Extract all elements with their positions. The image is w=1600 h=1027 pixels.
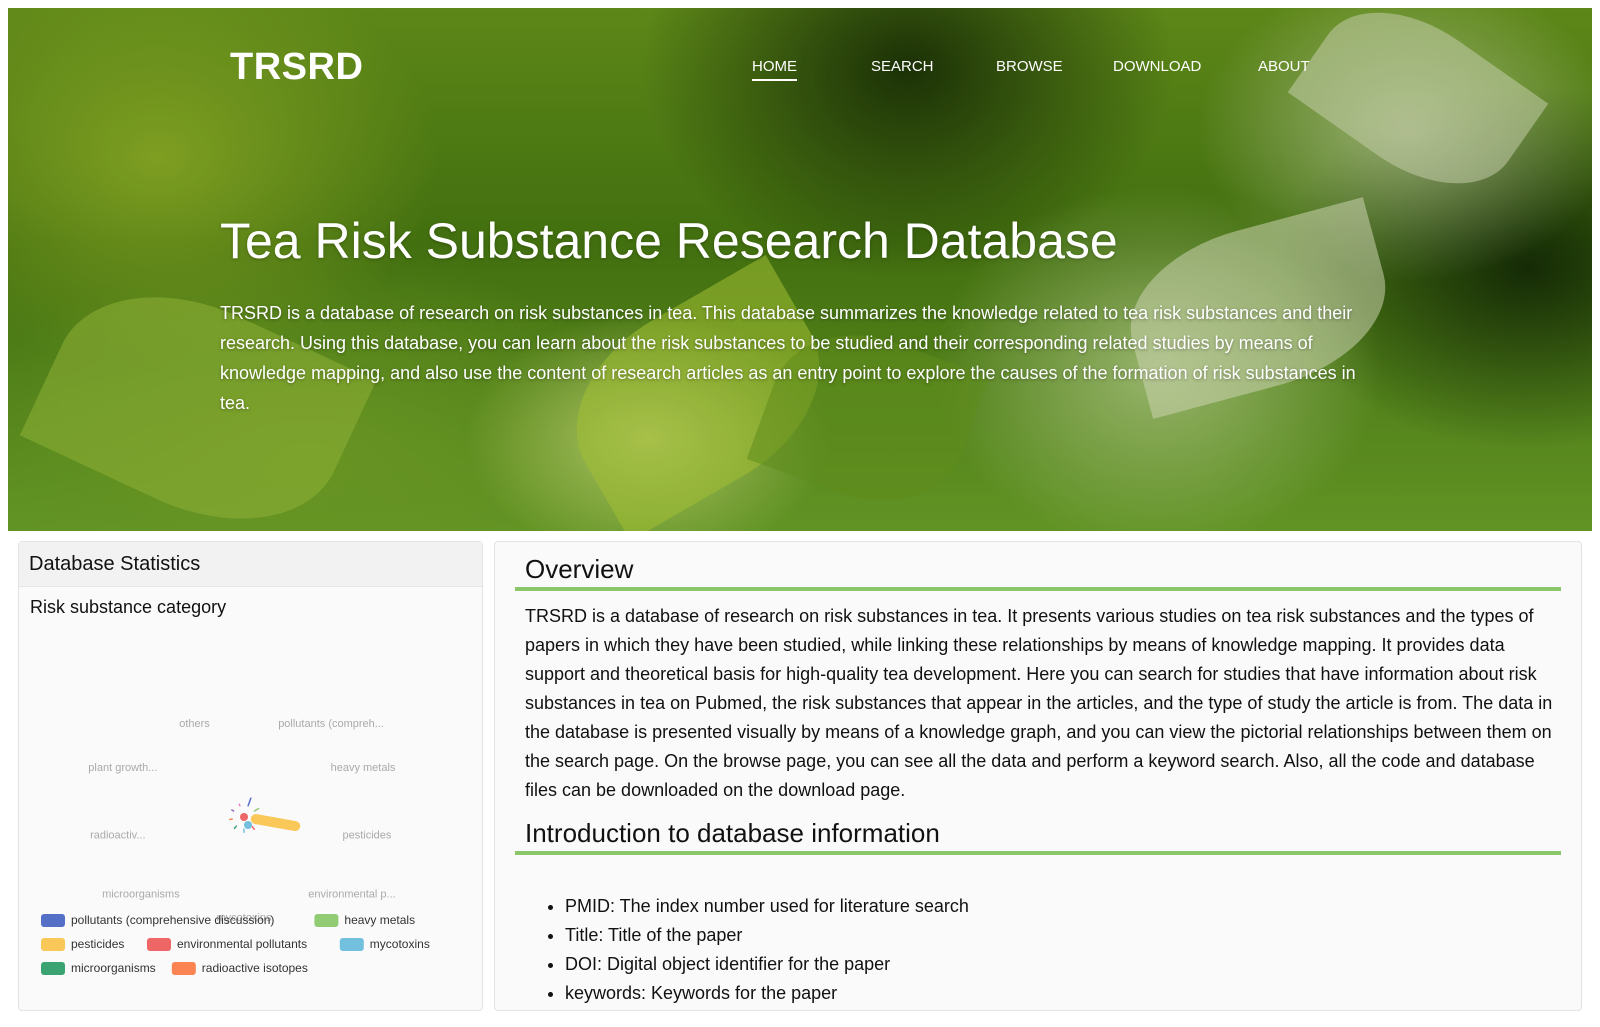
rose-slice[interactable] <box>254 809 258 811</box>
info-list: PMID: The index number used for literatu… <box>565 892 1545 1008</box>
rose-slice[interactable] <box>232 810 234 811</box>
legend-label[interactable]: mycotoxins <box>370 937 430 951</box>
overview-panel: Overview TRSRD is a database of research… <box>494 541 1582 1011</box>
list-item: Title: Title of the paper <box>565 921 1545 950</box>
legend-swatch[interactable] <box>41 914 65 927</box>
rose-label: pesticides <box>342 829 391 841</box>
nav-search[interactable]: SEARCH <box>871 58 934 79</box>
legend-swatch[interactable] <box>314 914 338 927</box>
legend-swatch[interactable] <box>41 962 65 975</box>
database-statistics-panel: Database Statistics Risk substance categ… <box>18 541 483 1011</box>
hero-banner: TRSRD HOME SEARCH BROWSE DOWNLOAD ABOUT … <box>8 8 1592 531</box>
overview-divider <box>515 587 1561 591</box>
intro-divider <box>515 851 1561 855</box>
stats-subtitle: Risk substance category <box>19 587 482 628</box>
rose-label: heavy metals <box>331 762 396 774</box>
rose-label: environmental p... <box>308 889 395 901</box>
legend-label[interactable]: heavy metals <box>344 913 415 927</box>
nav-download[interactable]: DOWNLOAD <box>1113 58 1201 79</box>
rose-slice[interactable] <box>256 819 295 826</box>
stats-panel-title: Database Statistics <box>19 542 482 587</box>
rose-slice[interactable] <box>239 804 240 806</box>
intro-title: Introduction to database information <box>525 818 940 849</box>
legend-swatch[interactable] <box>340 938 364 951</box>
overview-text: TRSRD is a database of research on risk … <box>525 602 1555 805</box>
rose-slice[interactable] <box>234 826 236 828</box>
category-rose-chart[interactable]: pollutants (compreh... heavy metals pestic… <box>19 662 484 1022</box>
overview-title: Overview <box>525 554 633 585</box>
hero-description: TRSRD is a database of research on risk … <box>220 298 1370 418</box>
legend-swatch[interactable] <box>172 962 196 975</box>
main-nav: HOME SEARCH BROWSE DOWNLOAD ABOUT <box>8 58 1592 88</box>
rose-label: microorganisms <box>102 889 180 901</box>
legend-label[interactable]: radioactive isotopes <box>202 961 308 975</box>
list-item: keywords: Keywords for the paper <box>565 979 1545 1008</box>
category-chart[interactable]: pollutants (compreh... heavy metals pestic… <box>19 662 484 1022</box>
rose-label: plant growth... <box>88 762 157 774</box>
legend-label[interactable]: pollutants (comprehensive discussion) <box>71 913 274 927</box>
legend-label[interactable]: environmental pollutants <box>177 937 307 951</box>
nav-browse[interactable]: BROWSE <box>996 58 1063 79</box>
legend-label[interactable]: microorganisms <box>71 961 156 975</box>
hero-title: Tea Risk Substance Research Database <box>220 212 1118 270</box>
list-item: PMID: The index number used for literatu… <box>565 892 1545 921</box>
nav-about[interactable]: ABOUT <box>1258 58 1310 79</box>
nav-home[interactable]: HOME <box>752 58 797 81</box>
rose-slice[interactable] <box>252 826 255 829</box>
rose-label: radioactiv... <box>90 829 145 841</box>
legend-label[interactable]: pesticides <box>71 937 124 951</box>
rose-slice[interactable] <box>248 798 251 806</box>
rose-center <box>244 821 252 829</box>
legend-swatch[interactable] <box>41 938 65 951</box>
legend-swatch[interactable] <box>147 938 171 951</box>
list-item: DOI: Digital object identifier for the p… <box>565 950 1545 979</box>
rose-center <box>240 813 248 821</box>
rose-label: pollutants (compreh... <box>278 718 384 730</box>
rose-label: others <box>179 718 210 730</box>
